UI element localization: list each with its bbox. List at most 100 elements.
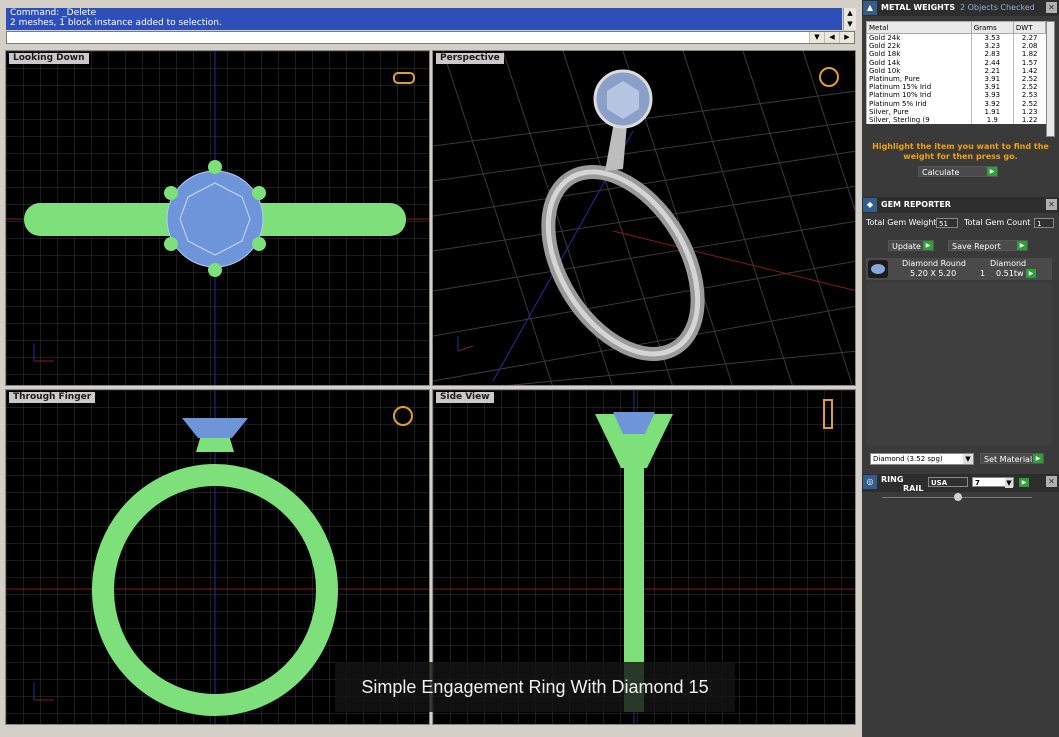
metal-weight-row[interactable]: Gold 10k 2.21 1.42 — [866, 66, 1046, 75]
ring-rail-header: ◎ RING RAIL USA 7 ▼ ▶ ✕ — [862, 474, 1059, 493]
command-prompt-label: Command: — [10, 32, 59, 41]
save-report-label: Save Report — [952, 242, 1001, 251]
command-input[interactable]: Command: ▼ ◀ ▶ — [6, 31, 855, 44]
perspective-canvas — [433, 51, 855, 385]
metal-grams: 2.83 — [970, 50, 1014, 59]
command-history-scrollbar[interactable]: ▲ ▼ — [843, 8, 856, 30]
go-icon[interactable]: ▶ — [987, 167, 997, 176]
metal-dwt: 1.82 — [1012, 50, 1046, 59]
metal-weight-row[interactable]: Silver, Pure 1.91 1.23 — [866, 107, 1046, 116]
metal-weight-row[interactable]: Gold 14k 2.44 1.57 — [866, 58, 1046, 67]
metal-weight-row[interactable]: Platinum 10% Irid 3.93 2.53 — [866, 91, 1046, 100]
next-arrow-icon[interactable]: ▶ — [839, 32, 854, 43]
metal-grams: 3.53 — [970, 33, 1014, 43]
metal-weight-row[interactable]: Silver, Sterling (9 1.9 1.22 — [866, 115, 1046, 125]
command-history-line: 2 meshes, 1 block instance added to sele… — [10, 18, 222, 28]
metal-weight-row[interactable]: Gold 22k 3.23 2.08 — [866, 42, 1046, 51]
ring-size-value: 7 — [975, 479, 980, 487]
metal-name: Platinum, Pure — [866, 74, 972, 84]
metal-dwt: 2.27 — [1012, 33, 1046, 43]
gem-name: Diamond Round — [902, 259, 966, 268]
ring-rail-title: RING — [881, 475, 904, 484]
viewport-title-top[interactable]: Looking Down — [9, 53, 89, 64]
metal-grams: 3.93 — [970, 91, 1014, 100]
gem-reporter-title: GEM REPORTER — [881, 200, 951, 209]
video-caption: Simple Engagement Ring With Diamond 15 — [335, 662, 735, 712]
viewport-title-front[interactable]: Through Finger — [9, 392, 96, 403]
metal-weight-row[interactable]: Gold 18k 2.83 1.82 — [866, 50, 1046, 59]
metal-weights-table[interactable]: Metal Grams DWT Gold 24k 3.53 2.27 Gold 22k… — [866, 21, 1047, 125]
metal-weights-header: ▲ METAL WEIGHTS 2 Objects Checked ✕ — [862, 0, 1059, 16]
material-select[interactable]: Diamond (3.52 spg) ▼ — [870, 453, 974, 465]
metal-dwt: 2.52 — [1012, 74, 1046, 84]
ring-rail-icon: ◎ — [863, 475, 877, 489]
metal-name: Silver, Pure — [866, 107, 972, 116]
ring-size-standard[interactable]: USA — [928, 477, 968, 487]
metal-name: Gold 18k — [866, 50, 972, 59]
gem-qty: 1 — [980, 269, 986, 278]
metal-weight-row[interactable]: Platinum, Pure 3.91 2.52 — [866, 74, 1046, 84]
go-icon[interactable]: ▶ — [1019, 478, 1029, 487]
column-header[interactable]: Grams — [970, 21, 1014, 34]
ring-size-select[interactable]: 7 ▼ — [972, 477, 1014, 488]
go-icon[interactable]: ▶ — [1026, 269, 1036, 278]
metal-name: Platinum 10% Irid — [866, 91, 972, 100]
column-header[interactable]: DWT — [1012, 21, 1047, 34]
close-icon[interactable]: ✕ — [1046, 2, 1057, 13]
metal-name: Platinum 5% Irid — [866, 99, 972, 108]
gem-weight: 0.51tw — [996, 269, 1024, 278]
previous-arrow-icon[interactable]: ◀ — [824, 32, 839, 43]
total-gem-count-field[interactable]: 1 — [1034, 218, 1054, 228]
metal-name: Gold 22k — [866, 42, 972, 51]
column-header[interactable]: Metal — [866, 21, 972, 34]
go-icon[interactable]: ▶ — [1033, 454, 1043, 463]
command-history: Command: _Delete 2 meshes, 1 block insta… — [6, 8, 842, 30]
metal-dwt: 1.23 — [1012, 107, 1046, 116]
total-gem-weight-field[interactable]: 51 — [936, 218, 958, 228]
metal-dwt: 2.08 — [1012, 42, 1046, 51]
update-button[interactable]: Update ▶ — [888, 240, 934, 251]
close-icon[interactable]: ✕ — [1046, 199, 1057, 210]
view-cube-icon — [819, 67, 839, 87]
metal-grams: 2.44 — [970, 58, 1014, 67]
history-dropdown-icon[interactable]: ▼ — [809, 32, 824, 43]
viewport-title-right[interactable]: Side View — [436, 392, 494, 403]
save-report-button[interactable]: Save Report ▶ — [948, 240, 1028, 251]
metal-grams: 2.21 — [970, 66, 1014, 75]
total-gem-count-label: Total Gem Count — [964, 218, 1031, 227]
ring-rail-slider-handle[interactable] — [954, 493, 962, 501]
viewport-perspective[interactable]: Perspective — [432, 50, 856, 386]
command-area: Command: _Delete 2 meshes, 1 block insta… — [0, 0, 860, 48]
objects-checked-status: 2 Objects Checked — [960, 3, 1035, 12]
metal-dwt: 1.57 — [1012, 58, 1046, 67]
gem-list-item[interactable]: Diamond Round Diamond 5.20 X 5.20 1 0.51… — [866, 258, 1052, 280]
metal-weight-row[interactable]: Platinum 5% Irid 3.92 2.52 — [866, 99, 1046, 108]
metal-weights-title: METAL WEIGHTS — [881, 3, 956, 12]
metal-weight-row[interactable]: Gold 24k 3.53 2.27 — [866, 33, 1046, 43]
metal-weights-hint: Highlight the item you want to find the … — [872, 142, 1049, 161]
diamond-top — [166, 170, 264, 268]
metal-weight-row[interactable]: Platinum 15% Irid 3.91 2.52 — [866, 83, 1046, 92]
metal-grams: 1.9 — [970, 115, 1014, 125]
set-material-label: Set Material — [984, 455, 1033, 464]
metal-name: Gold 14k — [866, 58, 972, 67]
diamond-round-icon — [868, 260, 888, 278]
chevron-down-icon[interactable]: ▼ — [1005, 478, 1013, 488]
calculate-button[interactable]: Calculate ▶ — [918, 166, 998, 177]
update-label: Update — [892, 242, 921, 251]
ring-rail-title: RAIL — [903, 484, 924, 493]
command-history-line: Command: _Delete — [10, 8, 97, 18]
metal-weights-scrollbar[interactable] — [1046, 21, 1055, 137]
close-icon[interactable]: ✕ — [1046, 476, 1057, 487]
viewport-top[interactable]: Looking Down — [5, 50, 430, 386]
go-icon[interactable]: ▶ — [1017, 241, 1027, 250]
gem-size: 5.20 X 5.20 — [910, 269, 957, 278]
gem-reporter-icon: ◆ — [863, 198, 877, 212]
metal-dwt: 2.53 — [1012, 91, 1046, 100]
metal-grams: 3.91 — [970, 83, 1014, 92]
set-material-button[interactable]: Set Material ▶ — [980, 453, 1044, 464]
gem-reporter-header: ◆ GEM REPORTER ✕ — [862, 197, 1059, 213]
chevron-down-icon[interactable]: ▼ — [963, 454, 973, 464]
viewport-title-perspective[interactable]: Perspective — [436, 53, 504, 64]
go-icon[interactable]: ▶ — [923, 241, 933, 250]
